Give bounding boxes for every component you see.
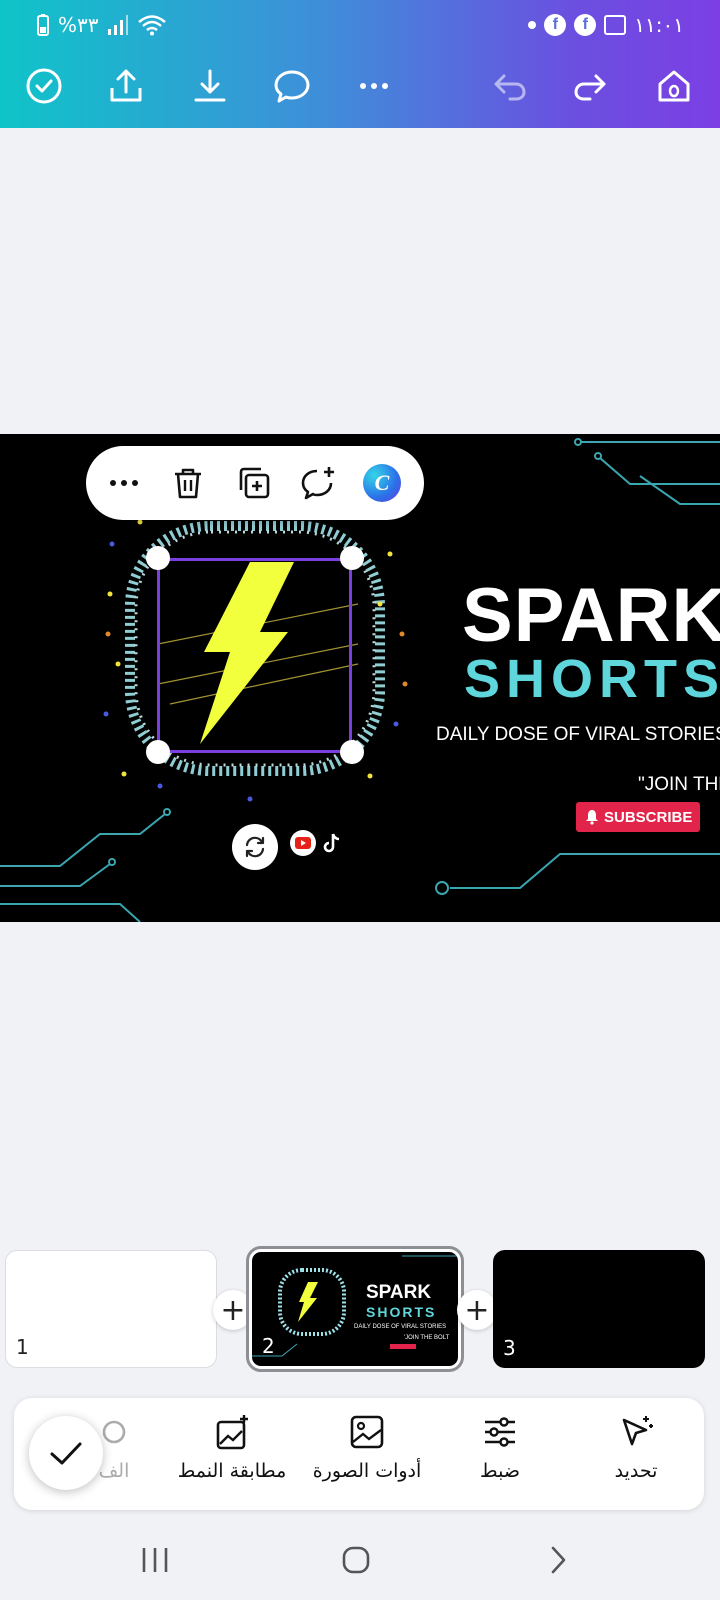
delete-button[interactable] [168, 463, 208, 503]
image-tools[interactable]: أدوات الصورة [302, 1412, 432, 1496]
resize-handle-bottom-right[interactable] [340, 740, 364, 764]
check-circle-icon[interactable] [22, 64, 66, 108]
style-match-label: مطابقة النمط [177, 1460, 287, 1482]
page-number: 2 [262, 1334, 275, 1358]
resize-handle-bottom-left[interactable] [146, 740, 170, 764]
back-nav-icon [551, 1546, 566, 1574]
add-page-button-2[interactable]: + [457, 1290, 497, 1330]
gallery-notification-icon [604, 15, 627, 35]
duplicate-icon [239, 467, 270, 499]
design-title-shorts[interactable]: SHORTS [464, 648, 720, 710]
design-title-spark[interactable]: SPARK [462, 572, 720, 659]
confirm-button[interactable] [29, 1416, 103, 1490]
design-tagline[interactable]: DAILY DOSE OF VIRAL STORIES [436, 724, 720, 746]
social-icons [290, 830, 342, 856]
rotate-icon [245, 836, 265, 858]
canva-assistant-icon: C [363, 464, 401, 502]
bell-icon [586, 810, 598, 825]
add-page-button[interactable]: + [213, 1290, 253, 1330]
recent-apps-button[interactable] [135, 1540, 175, 1580]
battery-level: %٣٣ [58, 13, 99, 37]
page-thumbnail-3[interactable]: 3 [493, 1250, 705, 1368]
subscribe-badge[interactable]: SUBSCRIBE [576, 802, 701, 832]
clock: ١١:٠١ [634, 13, 684, 37]
back-nav-button[interactable] [538, 1540, 578, 1580]
status-bar-left: %٣٣ [36, 13, 167, 37]
resize-handle-top-left[interactable] [146, 546, 170, 570]
recent-apps-icon [142, 1548, 168, 1572]
selection-frame [157, 558, 352, 753]
top-app-bar: %٣٣ f f ١١:٠١ [0, 0, 720, 128]
comment-icon[interactable] [270, 64, 314, 108]
facebook-icon: f [544, 14, 567, 36]
home-nav-icon [342, 1546, 370, 1574]
thumbnail-title-1: SPARK [366, 1282, 432, 1303]
magic-select-icon [622, 1416, 653, 1446]
system-nav-bar [0, 1520, 720, 1600]
canva-assistant-button[interactable]: C [362, 463, 402, 503]
thumbnail-subscribe [390, 1344, 416, 1349]
thumbnail-join: 'JOIN THE BOLT [404, 1335, 450, 1341]
duplicate-button[interactable] [234, 463, 274, 503]
youtube-icon [290, 830, 316, 856]
add-comment-button[interactable] [298, 463, 338, 503]
adjust-tool[interactable]: ضبط [450, 1412, 550, 1496]
checkmark-icon [50, 1442, 82, 1465]
battery-icon [37, 14, 49, 36]
resize-handle-top-right[interactable] [340, 546, 364, 570]
status-bar-right: f f ١١:٠١ [528, 13, 684, 37]
image-tools-icon [350, 1415, 384, 1449]
style-match-tool[interactable]: مطابقة النمط [162, 1412, 302, 1496]
adjust-tool-label: ضبط [480, 1460, 520, 1482]
signal-icon [107, 15, 128, 35]
element-context-menu: C [86, 446, 424, 520]
undo-icon[interactable] [488, 64, 532, 108]
tool-tray: تحديد ضبط أدوات الصورة مطابقة النمط الف [14, 1398, 704, 1510]
filters-label: الف [98, 1460, 130, 1482]
page-number: 3 [503, 1336, 516, 1360]
rotate-button[interactable] [232, 824, 278, 870]
thumbnail-title-2: SHORTS [366, 1304, 437, 1320]
page-thumbnail-2[interactable]: SPARK SHORTS DAILY DOSE OF VIRAL STORIES… [246, 1246, 464, 1372]
style-match-icon [216, 1415, 248, 1450]
page-thumbnail-1[interactable]: 1 [5, 1250, 217, 1368]
select-tool[interactable]: تحديد [586, 1412, 686, 1496]
home-nav-button[interactable] [336, 1540, 376, 1580]
share-icon[interactable] [104, 64, 148, 108]
facebook-icon-2: f [574, 14, 597, 36]
notification-dot-icon [528, 21, 537, 29]
delete-icon [175, 468, 201, 499]
tiktok-icon [323, 833, 340, 853]
more-icon [110, 480, 138, 486]
thumbnail-tagline: DAILY DOSE OF VIRAL STORIES [354, 1324, 447, 1330]
image-tools-label: أدوات الصورة [312, 1460, 422, 1482]
more-icon[interactable] [352, 64, 396, 108]
select-tool-label: تحديد [614, 1460, 658, 1482]
editor-toolbar [0, 60, 720, 110]
download-icon[interactable] [188, 64, 232, 108]
home-icon[interactable] [652, 64, 696, 108]
wifi-icon [137, 15, 166, 36]
sliders-icon [485, 1417, 515, 1447]
context-more-button[interactable] [104, 463, 144, 503]
page-number: 1 [16, 1335, 29, 1359]
design-join-text[interactable]: "JOIN THE [638, 774, 720, 796]
redo-icon[interactable] [568, 64, 612, 108]
subscribe-label: SUBSCRIBE [604, 808, 693, 826]
add-comment-icon [301, 467, 334, 500]
status-bar: %٣٣ f f ١١:٠١ [0, 10, 720, 42]
